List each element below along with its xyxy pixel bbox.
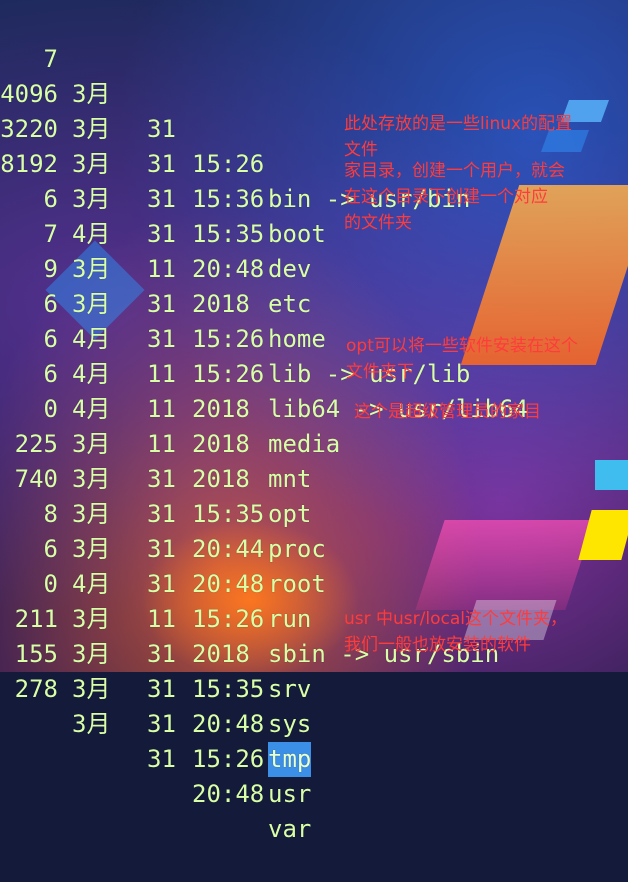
file-day: 31 [147,710,176,738]
file-time: 15:26 [192,745,265,773]
dir-entry-tmp[interactable]: 211 3月 31 20:48 tmp [0,567,628,777]
file-name: var [268,815,312,843]
dir-entry-sys[interactable]: 0 3月 31 15:35 sys [0,532,628,738]
file-size: 278 [14,675,58,703]
dir-entry-bin[interactable]: 7 3月 31 15:26 bin -> usr/bin [0,7,628,213]
annotation-root: 这个是超级管理员的家目 [354,402,541,422]
annotation-opt: opt可以将一些软件安装在这个 文件夹下 [346,336,578,382]
file-name: sys [268,710,312,738]
file-name: srv [268,675,312,703]
file-month: 3月 [72,675,111,703]
dir-entry-srv[interactable]: 6 4月 11 2018 srv [0,497,628,703]
file-time: 20:48 [192,780,265,808]
file-name: usr [268,780,312,808]
dir-entry-sbin[interactable]: 8 3月 31 15:26 sbin -> usr/sbin [0,462,628,668]
annotation-etc: 此处存放的是一些linux的配置 文件 [344,114,573,160]
file-time: 20:48 [192,710,265,738]
annotation-usr: usr 中usr/local这个文件夹， 我们一般也放安装的软件 [344,609,567,655]
file-month: 3月 [72,710,111,738]
annotation-home: 家目录，创建一个用户，就会 在这个目录下创建一个对应 的文件夹 [344,161,565,233]
dir-entry-run[interactable]: 740 3月 31 20:48 run [0,427,628,633]
dir-entry-mnt[interactable]: 6 4月 11 2018 mnt [0,287,628,493]
dir-entry-dev[interactable]: 3220 3月 31 15:35 dev [0,77,628,283]
dir-entry-media[interactable]: 6 4月 11 2018 media [0,252,628,458]
dir-entry-boot[interactable]: 4096 3月 31 15:36 boot [0,42,628,248]
file-time: 15:35 [192,675,265,703]
selected-file-name[interactable]: tmp [268,742,312,777]
file-day: 31 [147,675,176,703]
file-day: 31 [147,745,176,773]
